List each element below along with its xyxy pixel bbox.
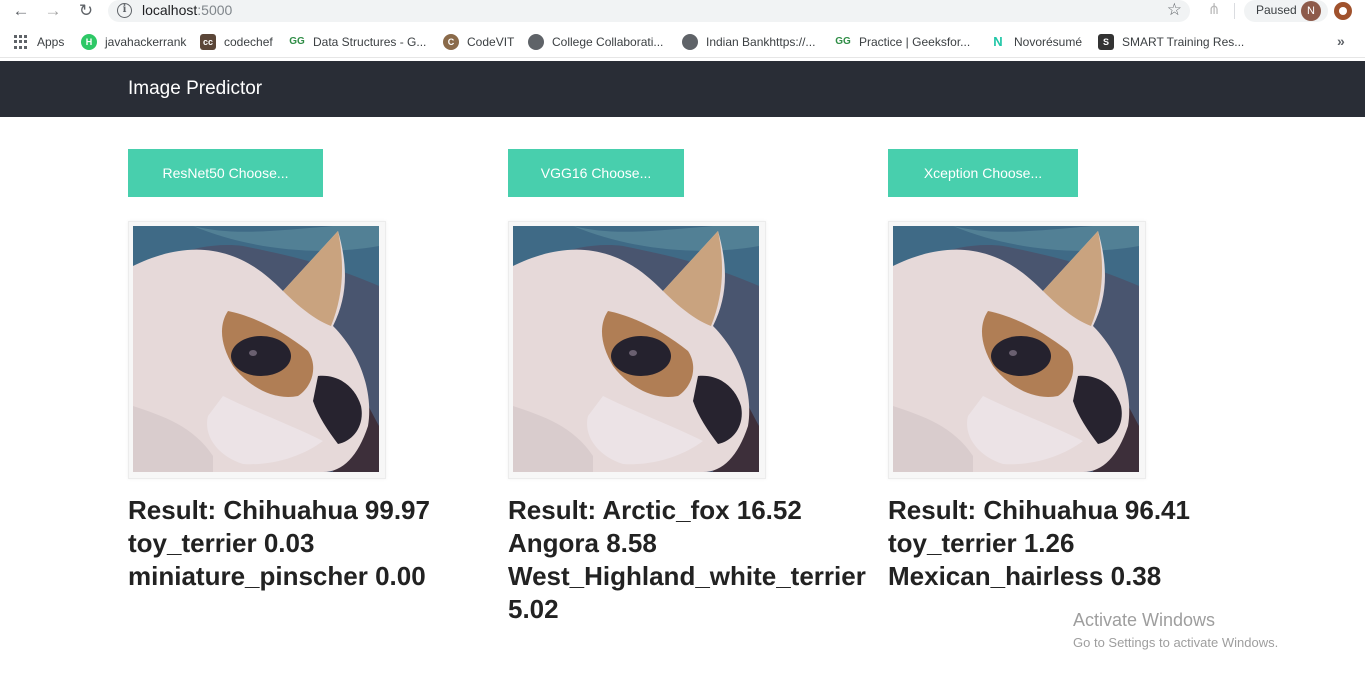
avatar: N: [1301, 1, 1321, 21]
result-line-1: Result: Chihuahua 96.41: [888, 495, 1190, 525]
geeksforgeeks-icon: GG: [289, 36, 305, 47]
prediction-result: Result: Arctic_fox 16.52 Angora 8.58 Wes…: [508, 494, 878, 626]
bookmark-practice-geeksforgeeks[interactable]: GG Practice | Geeksfor...: [835, 33, 970, 51]
url-port: :5000: [197, 2, 233, 18]
toolbar-divider: [1234, 3, 1235, 19]
result-line-2: Angora 8.58: [508, 528, 657, 558]
bookmarks-bar: Apps H javahackerrank cc codechef GG Dat…: [0, 28, 1365, 58]
uploaded-image-frame: [128, 221, 386, 479]
codevit-icon: C: [443, 34, 459, 50]
address-bar[interactable]: i localhost:5000 ☆: [108, 0, 1190, 22]
resnet50-choose-button[interactable]: ResNet50 Choose...: [128, 149, 323, 197]
uploaded-image-frame: [888, 221, 1146, 479]
bookmark-label: Apps: [37, 35, 65, 49]
globe-icon: [528, 34, 544, 50]
novoresume-icon: N: [993, 34, 1003, 49]
profile-button[interactable]: Paused N: [1244, 0, 1328, 22]
more-bookmarks-chevron-icon[interactable]: »: [1337, 33, 1345, 49]
url-host: localhost: [142, 2, 198, 18]
bookmark-label: College Collaborati...: [552, 35, 664, 49]
bookmark-label: codechef: [224, 35, 273, 49]
reload-icon[interactable]: ↻: [76, 1, 96, 21]
app-navbar: Image Predictor: [0, 61, 1365, 117]
globe-icon: [682, 34, 698, 50]
browser-toolbar: ← → ↻ i localhost:5000 ☆ ⋔ Paused N: [0, 0, 1365, 24]
app-title[interactable]: Image Predictor: [128, 78, 262, 100]
bookmark-label: javahackerrank: [105, 35, 187, 49]
bookmark-star-icon[interactable]: ☆: [1167, 0, 1182, 20]
hackerrank-icon: H: [81, 34, 97, 50]
uploaded-image-frame: [508, 221, 766, 479]
result-line-1: Result: Chihuahua 99.97: [128, 495, 430, 525]
bookmark-label: Data Structures - G...: [313, 35, 427, 49]
site-info-icon[interactable]: i: [117, 3, 132, 18]
extension-icon[interactable]: ⋔: [1206, 2, 1222, 18]
bookmark-apps[interactable]: Apps: [14, 33, 64, 51]
prediction-result: Result: Chihuahua 96.41 toy_terrier 1.26…: [888, 494, 1258, 593]
smart-icon: S: [1098, 34, 1114, 50]
bookmark-codevit[interactable]: C CodeVIT: [443, 33, 514, 51]
forward-arrow-icon[interactable]: →: [43, 1, 63, 21]
bookmark-javahackerrank[interactable]: H javahackerrank: [81, 33, 186, 51]
dog-image: [133, 226, 379, 472]
geeksforgeeks-icon: GG: [835, 36, 851, 47]
bookmark-label: SMART Training Res...: [1122, 35, 1245, 49]
bookmark-label: Practice | Geeksfor...: [859, 35, 971, 49]
bookmark-label: CodeVIT: [467, 35, 515, 49]
back-arrow-icon[interactable]: ←: [11, 1, 31, 21]
result-line-2: toy_terrier 1.26: [888, 528, 1075, 558]
codechef-icon: cc: [200, 34, 216, 50]
xception-choose-button[interactable]: Xception Choose...: [888, 149, 1078, 197]
result-line-3: miniature_pinscher 0.00: [128, 561, 426, 591]
dog-image: [513, 226, 759, 472]
bookmark-codechef[interactable]: cc codechef: [200, 33, 273, 51]
url-text: localhost:5000: [142, 2, 232, 18]
profile-status-label: Paused: [1256, 3, 1297, 17]
vgg16-choose-button[interactable]: VGG16 Choose...: [508, 149, 684, 197]
prediction-result: Result: Chihuahua 99.97 toy_terrier 0.03…: [128, 494, 498, 593]
result-line-1: Result: Arctic_fox 16.52: [508, 495, 802, 525]
result-line-3: West_Highland_white_terrier 5.02: [508, 561, 866, 624]
bookmark-novoresume[interactable]: N Novorésumé: [990, 33, 1082, 51]
bookmark-label: Indian Bankhttps://...: [706, 35, 816, 49]
watermark-subtitle: Go to Settings to activate Windows.: [1073, 635, 1279, 650]
activate-windows-watermark: Activate Windows Go to Settings to activ…: [1073, 610, 1278, 650]
browser-menu-icon[interactable]: [1334, 2, 1352, 20]
result-line-2: toy_terrier 0.03: [128, 528, 315, 558]
dog-image: [893, 226, 1139, 472]
bookmark-college-collaboration[interactable]: College Collaborati...: [528, 33, 663, 51]
bookmark-smart-training[interactable]: S SMART Training Res...: [1098, 33, 1244, 51]
bookmark-label: Novorésumé: [1014, 35, 1083, 49]
result-line-3: Mexican_hairless 0.38: [888, 561, 1162, 591]
bookmark-indian-bank[interactable]: Indian Bankhttps://...: [682, 33, 815, 51]
bookmark-data-structures[interactable]: GG Data Structures - G...: [289, 33, 426, 51]
apps-grid-icon: [14, 35, 28, 49]
watermark-title: Activate Windows: [1073, 610, 1216, 630]
